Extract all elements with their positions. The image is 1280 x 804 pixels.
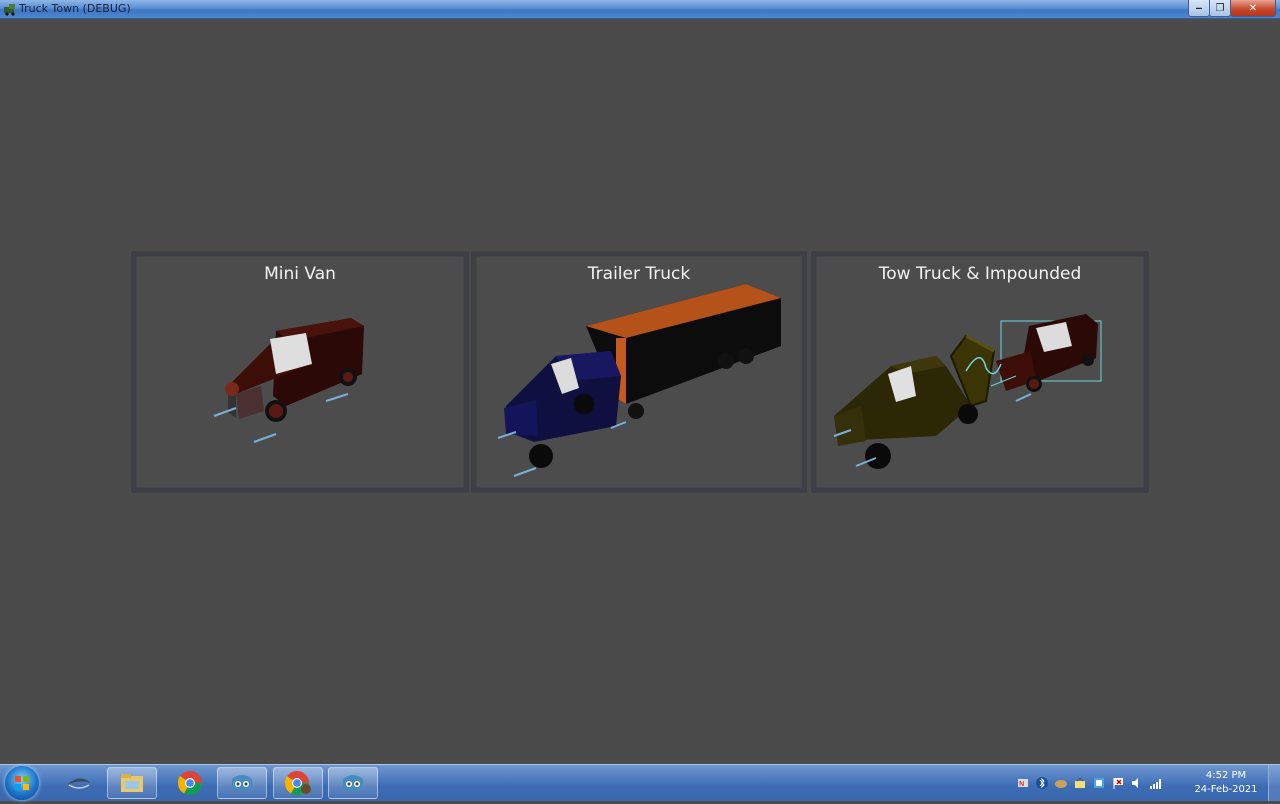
taskbar-clock[interactable]: 4:52 PM 24-Feb-2021 — [1192, 769, 1260, 797]
update-icon[interactable] — [1092, 776, 1106, 790]
godot-icon[interactable] — [217, 767, 267, 799]
flag-icon[interactable] — [1111, 776, 1125, 790]
network-icon[interactable]: N — [1016, 776, 1030, 790]
app-icon — [4, 4, 15, 16]
window-title: Truck Town (DEBUG) — [19, 2, 131, 15]
system-tray: N — [1010, 765, 1196, 801]
minimize-button[interactable]: ‒ — [1188, 0, 1210, 17]
svg-text:N: N — [1019, 780, 1024, 788]
maximize-button[interactable]: ❐ — [1209, 0, 1231, 17]
trailer-truck-preview — [497, 284, 781, 477]
mini-van-model — [213, 318, 364, 443]
close-button[interactable]: ✕ — [1230, 0, 1276, 17]
trailer-truck-model — [497, 284, 781, 477]
cloud-icon[interactable] — [1054, 776, 1068, 790]
signal-icon[interactable] — [1149, 776, 1163, 790]
security-icon[interactable] — [1073, 776, 1087, 790]
vehicle-card-tow-truck[interactable]: Tow Truck & Impounded — [811, 251, 1149, 493]
windows-start-icon[interactable] — [5, 766, 39, 800]
clock-date: 24-Feb-2021 — [1194, 784, 1258, 795]
godot-icon[interactable] — [328, 767, 378, 799]
show-desktop-button[interactable] — [1268, 765, 1280, 801]
mini-van-preview — [213, 318, 364, 443]
window-title-bar: Truck Town (DEBUG) ‒ ❐ ✕ — [0, 0, 1280, 19]
vehicle-card-trailer-truck[interactable]: Trailer Truck — [471, 251, 807, 493]
taskbar: N 4:52 PM 24-Feb-2021 — [0, 764, 1280, 801]
chrome-profile-icon[interactable] — [273, 767, 323, 799]
tow-truck-model — [833, 334, 996, 469]
volume-icon[interactable] — [1130, 776, 1144, 790]
clock-time: 4:52 PM — [1205, 770, 1247, 781]
chrome-icon[interactable] — [165, 767, 215, 799]
steam-icon[interactable] — [54, 767, 104, 799]
file-explorer-icon[interactable] — [107, 767, 157, 799]
bluetooth-icon[interactable] — [1035, 776, 1049, 790]
tow-truck-preview — [833, 314, 1102, 469]
vehicle-card-mini-van[interactable]: Mini Van — [131, 251, 469, 493]
